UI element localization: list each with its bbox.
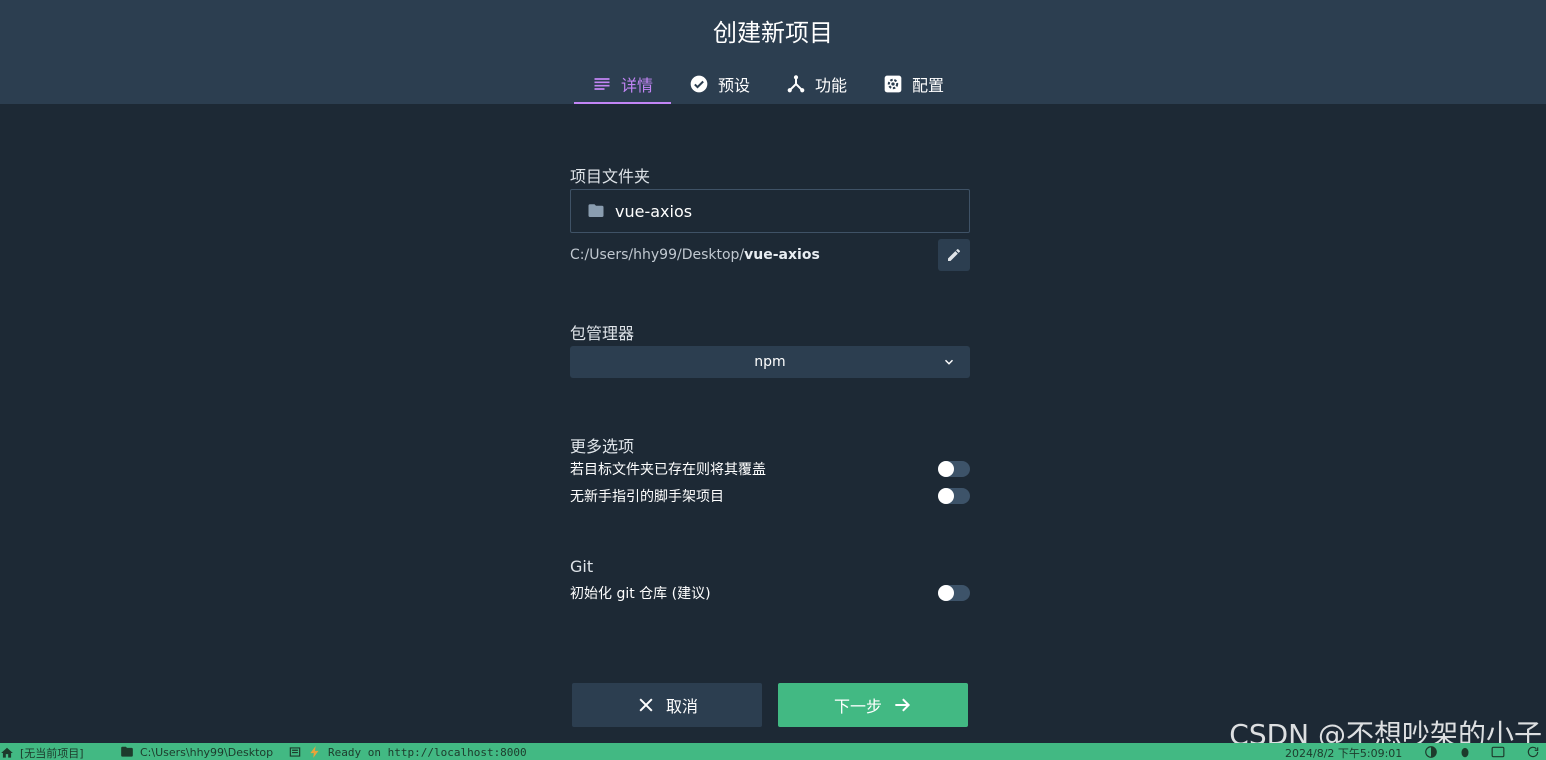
project-path: C:/Users/hhy99/Desktop/vue-axios: [570, 247, 820, 263]
lightning-icon: [310, 746, 319, 758]
status-log-label: Ready on http://localhost:8000: [328, 745, 527, 759]
status-datetime: 2024/8/2 下午5:09:01: [1285, 745, 1402, 760]
git-section-label: Git: [570, 557, 594, 576]
folder-icon: [121, 746, 133, 757]
step-tabs: 详情 预设 功能 配置: [574, 64, 962, 104]
header-bar: 创建新项目 详情 预设 功能 配置: [0, 0, 1546, 104]
project-path-prefix: C:/Users/hhy99/Desktop/: [570, 247, 745, 263]
status-folder-label: C:\Users\hhy99\Desktop: [140, 745, 274, 759]
tab-features[interactable]: 功能: [768, 64, 865, 104]
option-row-git: 初始化 git 仓库 (建议): [570, 583, 970, 603]
more-options-label: 更多选项: [570, 437, 635, 456]
option-overwrite-label: 若目标文件夹已存在则将其覆盖: [570, 462, 766, 478]
arrow-right-icon: [895, 698, 911, 712]
project-folder-input[interactable]: vue-axios: [570, 189, 970, 233]
bug-icon: [1461, 747, 1469, 758]
details-list-icon: [594, 78, 610, 90]
status-folder[interactable]: C:\Users\hhy99\Desktop: [120, 745, 273, 759]
status-project-label: [无当前项目]: [20, 747, 84, 760]
cancel-button[interactable]: 取消: [572, 683, 762, 727]
edit-path-button[interactable]: [938, 239, 970, 271]
status-bar: [无当前项目] C:\Users\hhy99\Desktop Ready on …: [0, 743, 1546, 760]
tab-details-label: 详情: [621, 76, 654, 95]
merge-type-icon: [787, 75, 805, 93]
option-git-label: 初始化 git 仓库 (建议): [570, 586, 711, 602]
tab-config-label: 配置: [912, 76, 945, 95]
package-manager-value: npm: [754, 354, 786, 370]
translate-button[interactable]: [1491, 745, 1511, 759]
tab-presets[interactable]: 预设: [671, 64, 768, 104]
chevron-down-icon: [944, 359, 954, 365]
home-icon: [1, 747, 13, 758]
tab-details[interactable]: 详情: [574, 64, 672, 104]
settings-app-icon: [884, 75, 902, 93]
package-manager-select[interactable]: npm: [570, 346, 970, 378]
contrast-icon: [1425, 746, 1437, 758]
folder-section-label: 项目文件夹: [570, 167, 651, 186]
check-circle-icon: [690, 75, 708, 93]
next-button[interactable]: 下一步: [778, 683, 968, 727]
git-init-toggle[interactable]: [938, 585, 970, 601]
refresh-button[interactable]: [1526, 745, 1546, 759]
project-path-name: vue-axios: [744, 247, 820, 263]
option-bare-label: 无新手指引的脚手架项目: [570, 489, 724, 505]
close-icon: [639, 698, 653, 712]
status-project[interactable]: [无当前项目]: [0, 745, 84, 760]
bare-scaffold-toggle[interactable]: [938, 488, 970, 504]
option-row-overwrite: 若目标文件夹已存在则将其覆盖: [570, 459, 970, 479]
status-datetime-label: 2024/8/2 下午5:09:01: [1285, 747, 1403, 760]
bug-report-button[interactable]: [1458, 745, 1478, 759]
next-button-label: 下一步: [833, 697, 882, 716]
translate-icon: [1491, 746, 1505, 758]
tab-presets-label: 预设: [718, 76, 751, 95]
tab-features-label: 功能: [815, 76, 848, 95]
refresh-icon: [1527, 746, 1539, 758]
folder-icon: [588, 204, 604, 217]
option-row-bare: 无新手指引的脚手架项目: [570, 486, 970, 506]
project-folder-value: vue-axios: [615, 201, 693, 221]
page-title: 创建新项目: [713, 19, 833, 47]
package-manager-label: 包管理器: [570, 324, 635, 343]
theme-toggle[interactable]: [1424, 745, 1444, 759]
cancel-button-label: 取消: [665, 697, 698, 716]
tab-config[interactable]: 配置: [865, 64, 962, 104]
status-log[interactable]: Ready on http://localhost:8000: [288, 745, 527, 759]
pencil-icon: [948, 248, 960, 261]
overwrite-toggle[interactable]: [938, 461, 970, 477]
log-list-icon: [289, 747, 301, 757]
